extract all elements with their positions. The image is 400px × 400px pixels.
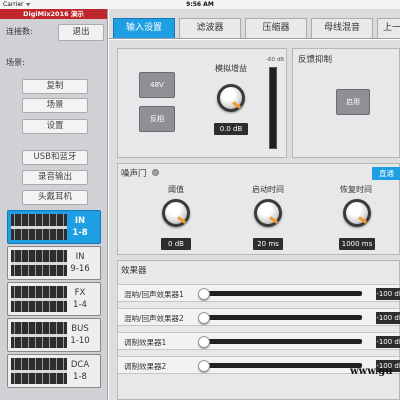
threshold-value: 0 dB xyxy=(161,238,191,250)
bank-name: BUS xyxy=(71,324,89,334)
effect-send-value: -100 dB xyxy=(376,312,400,324)
watermark: www.gu xyxy=(350,366,393,377)
effect-send-slider-track[interactable] xyxy=(204,291,362,296)
meter-top-label: -60 dB xyxy=(266,57,284,63)
bank-dca-1-8[interactable]: DCA 1-8 xyxy=(7,354,101,388)
effect-send-row: 混响/回声效果器1 -100 dB xyxy=(117,284,400,302)
fader-bank-icon xyxy=(11,214,67,240)
effect-send-name: 调制效果器1 xyxy=(124,338,167,347)
effect-send-slider-thumb[interactable] xyxy=(198,312,210,324)
gain-value: 0.0 dB xyxy=(214,123,248,135)
main-content: 48V 反相 模拟增益 0.0 dB -60 dB 反馈抑制 启用 噪声门 直通… xyxy=(109,40,400,400)
fader-bank-icon xyxy=(11,322,67,348)
tab-input-settings[interactable]: 输入设置 xyxy=(113,18,175,38)
effect-send-value: -100 dB xyxy=(376,336,400,348)
gain-knob[interactable] xyxy=(217,84,245,112)
feedback-title: 反馈抑制 xyxy=(298,55,333,65)
bank-range: 1-8 xyxy=(73,372,87,382)
effect-send-name: 调制效果器2 xyxy=(124,362,167,371)
tab-previous[interactable]: 上一 xyxy=(377,18,400,38)
effect-send-slider-thumb[interactable] xyxy=(198,360,210,372)
sidebar: DigiMix2016 演示 连接数: 退出 场景: 复制 场景 设置 USB和… xyxy=(0,9,108,400)
noise-gate-panel: 噪声门 直通 阈值 0 dB 启动时间 20 ms 恢复时间 1000 ms xyxy=(117,163,400,255)
settings-button[interactable]: 设置 xyxy=(22,119,88,134)
effect-send-row: 调制效果器1 -100 dB xyxy=(117,332,400,350)
bank-name: FX xyxy=(74,288,86,298)
phantom-48v-button[interactable]: 48V xyxy=(139,72,175,98)
usb-bluetooth-button[interactable]: USB和蓝牙 xyxy=(22,150,88,165)
attack-knob[interactable] xyxy=(254,199,282,227)
gate-status-led xyxy=(152,169,159,176)
status-bar: Carrier ᯤ 9:56 AM xyxy=(0,0,400,9)
tab-filter[interactable]: 滤波器 xyxy=(179,18,241,38)
attack-label: 启动时间 xyxy=(252,185,284,194)
bank-label: DCA 1-8 xyxy=(64,359,96,383)
threshold-knob[interactable] xyxy=(162,199,190,227)
connection-row: 连接数: 退出 xyxy=(0,19,107,45)
bank-label: IN 9-16 xyxy=(64,251,96,275)
record-output-button[interactable]: 录音输出 xyxy=(22,170,88,185)
effect-send-slider-thumb[interactable] xyxy=(198,288,210,300)
bank-name: DCA xyxy=(70,360,90,370)
bank-range: 9-16 xyxy=(70,264,90,274)
clock: 9:56 AM xyxy=(186,1,214,8)
app-title: DigiMix2016 演示 xyxy=(0,9,107,19)
bank-range: 1-8 xyxy=(72,228,88,238)
fader-bank-icon xyxy=(11,358,67,384)
bank-in-9-16[interactable]: IN 9-16 xyxy=(7,246,101,280)
scene-label: 场景: xyxy=(6,58,25,67)
tab-bar: 输入设置 滤波器 压缩器 母线混音 上一 xyxy=(109,9,400,39)
feedback-enable-button[interactable]: 启用 xyxy=(336,89,370,115)
release-value: 1000 ms xyxy=(339,238,375,250)
effect-send-slider-track[interactable] xyxy=(204,363,362,368)
threshold-label: 阈值 xyxy=(168,185,184,194)
input-level-meter xyxy=(269,67,277,149)
effect-send-row: 混响/回声效果器2 -100 dB xyxy=(117,308,400,326)
release-label: 恢复时间 xyxy=(340,185,372,194)
logout-button[interactable]: 退出 xyxy=(58,24,104,41)
noise-gate-title: 噪声门 xyxy=(121,169,147,179)
bank-range: 1-10 xyxy=(70,336,90,346)
effect-send-slider-track[interactable] xyxy=(204,315,362,320)
effect-send-name: 混响/回声效果器2 xyxy=(124,314,184,323)
bank-name: IN xyxy=(75,252,85,262)
release-knob[interactable] xyxy=(343,199,371,227)
bank-in-1-8[interactable]: IN 1-8 xyxy=(7,210,101,244)
effect-send-value: -100 dB xyxy=(376,288,400,300)
copy-button[interactable]: 复制 xyxy=(22,79,88,94)
gate-bypass-button[interactable]: 直通 xyxy=(372,167,400,180)
effect-send-name: 混响/回声效果器1 xyxy=(124,290,184,299)
gain-label: 模拟增益 xyxy=(215,64,247,73)
headphones-button[interactable]: 头戴耳机 xyxy=(22,190,88,205)
phase-invert-button[interactable]: 反相 xyxy=(139,106,175,132)
bank-range: 1-4 xyxy=(73,300,87,310)
bank-name: IN xyxy=(74,216,86,226)
bank-bus-1-10[interactable]: BUS 1-10 xyxy=(7,318,101,352)
effects-panel: 效果器 xyxy=(117,260,400,400)
bank-label: FX 1-4 xyxy=(64,287,96,311)
bank-fx-1-4[interactable]: FX 1-4 xyxy=(7,282,101,316)
input-panel: 48V 反相 模拟增益 0.0 dB -60 dB xyxy=(117,48,287,158)
connection-label: 连接数: xyxy=(6,27,33,36)
bank-label: BUS 1-10 xyxy=(64,323,96,347)
effect-send-slider-track[interactable] xyxy=(204,339,362,344)
scene-button[interactable]: 场景 xyxy=(22,98,88,113)
effects-title: 效果器 xyxy=(121,266,147,276)
effect-send-slider-thumb[interactable] xyxy=(198,336,210,348)
tab-bus-mix[interactable]: 母线混音 xyxy=(311,18,373,38)
tab-compressor[interactable]: 压缩器 xyxy=(245,18,307,38)
fader-bank-icon xyxy=(11,286,67,312)
bank-label: IN 1-8 xyxy=(64,215,96,239)
attack-value: 20 ms xyxy=(253,238,283,250)
feedback-panel: 反馈抑制 启用 xyxy=(292,48,400,158)
fader-bank-icon xyxy=(11,250,67,276)
